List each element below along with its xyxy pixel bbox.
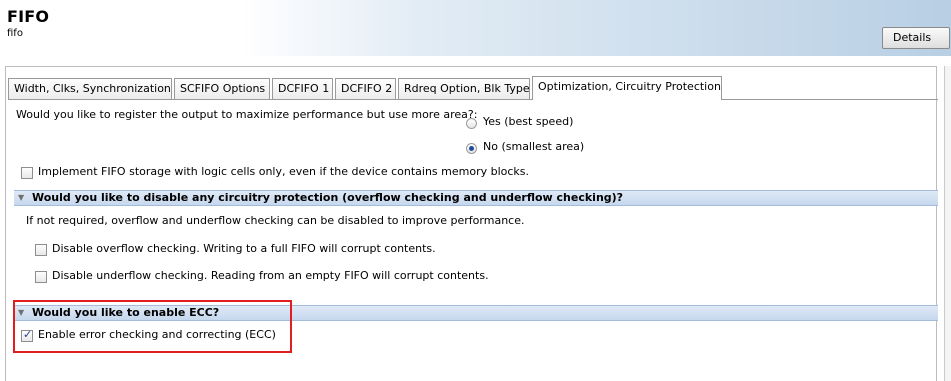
tab-width-clks[interactable]: Width, Clks, Synchronization: [8, 78, 172, 99]
collapse-triangle-icon[interactable]: ▼: [18, 191, 24, 205]
underflow-checkbox[interactable]: [35, 271, 47, 283]
scrollbar-rail[interactable]: [944, 66, 951, 381]
logic-cells-checkbox[interactable]: [21, 167, 33, 179]
register-output-question: Would you like to register the output to…: [16, 108, 478, 121]
radio-no-smallest-area[interactable]: [466, 143, 477, 154]
radio-yes-best-speed[interactable]: [466, 118, 477, 129]
section-circuitry-protection[interactable]: ▼ Would you like to disable any circuitr…: [14, 190, 938, 206]
section-title: Would you like to disable any circuitry …: [32, 191, 624, 204]
details-button[interactable]: Details: [882, 27, 950, 49]
tab-dcfifo-2[interactable]: DCFIFO 2: [335, 78, 396, 99]
tab-strip-divider: [8, 99, 938, 100]
logic-cells-label: Implement FIFO storage with logic cells …: [38, 165, 530, 178]
tab-scfifo-options[interactable]: SCFIFO Options: [174, 78, 270, 99]
radio-yes-label: Yes (best speed): [483, 115, 574, 128]
header-bar: FIFO fifo Details: [0, 0, 951, 56]
overflow-checkbox[interactable]: [35, 244, 47, 256]
overflow-label: Disable overflow checking. Writing to a …: [52, 242, 436, 255]
protection-description: If not required, overflow and underflow …: [26, 214, 525, 227]
radio-no-label: No (smallest area): [483, 140, 585, 153]
highlight-box: [13, 300, 292, 353]
tab-optimization[interactable]: Optimization, Circuitry Protection: [532, 76, 722, 100]
tab-rdreq-option[interactable]: Rdreq Option, Blk Type: [398, 78, 530, 99]
tab-dcfifo-1[interactable]: DCFIFO 1: [272, 78, 333, 99]
underflow-label: Disable underflow checking. Reading from…: [52, 269, 489, 282]
page-title: FIFO: [7, 7, 50, 26]
page-subtitle: fifo: [7, 28, 23, 39]
